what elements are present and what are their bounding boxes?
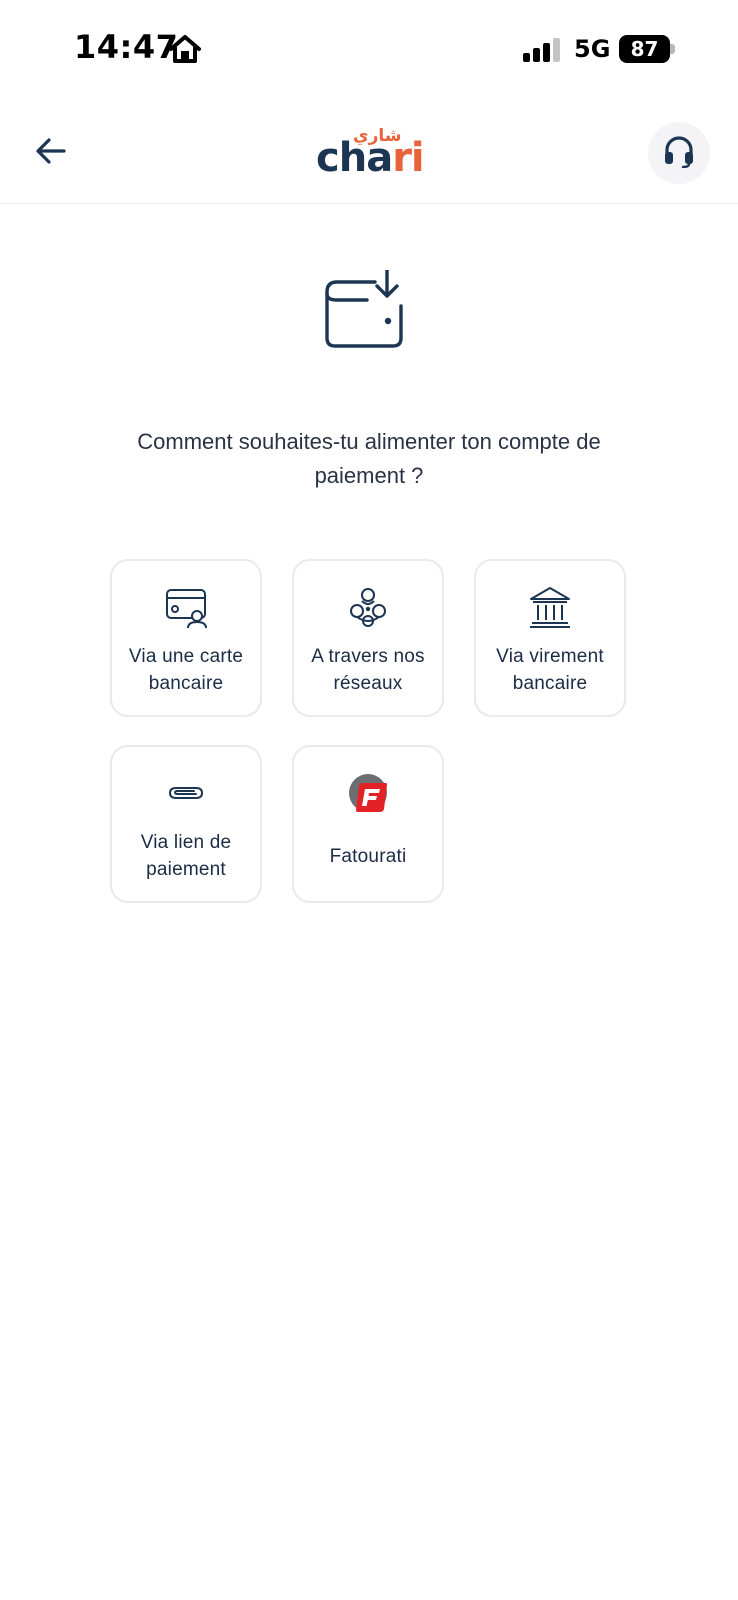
battery-level: 87	[619, 35, 670, 63]
support-button[interactable]	[648, 122, 710, 184]
status-time: 14:47	[74, 28, 179, 66]
chari-logo: شاري chari	[316, 122, 425, 181]
option-card-fatourati[interactable]: Fatourati	[292, 745, 444, 903]
bank-icon	[528, 585, 572, 629]
battery-cap	[670, 44, 675, 54]
logo-latin-main: cha	[316, 135, 393, 181]
home-icon	[168, 34, 202, 64]
option-label: Via virement bancaire	[496, 646, 604, 694]
option-label: Fatourati	[329, 846, 407, 867]
fatourati-logo-icon	[346, 771, 390, 815]
screen: 14:47 5G 87 شاري chari Comment souhaites…	[0, 0, 738, 1600]
logo-latin-text: chari	[316, 135, 425, 181]
option-label: Via une carte bancaire	[128, 646, 244, 694]
option-card-networks[interactable]: A travers nos réseaux	[292, 559, 444, 717]
network-type: 5G	[574, 35, 611, 63]
app-header: شاري chari	[0, 100, 738, 204]
battery-icon: 87	[619, 35, 675, 63]
signal-icon	[523, 38, 561, 62]
option-card-bank-card[interactable]: Via une carte bancaire	[110, 559, 262, 717]
logo-latin-accent: ri	[392, 135, 424, 181]
option-label: Via lien de paiement	[140, 832, 232, 880]
card-user-icon	[164, 585, 208, 629]
status-bar: 14:47 5G 87	[0, 0, 738, 100]
back-button[interactable]	[28, 130, 74, 176]
paperclip-icon	[164, 771, 208, 815]
arrow-left-icon	[35, 137, 67, 170]
option-label: A travers nos réseaux	[311, 646, 425, 694]
option-card-payment-link[interactable]: Via lien de paiement	[110, 745, 262, 903]
option-card-bank-transfer[interactable]: Via virement bancaire	[474, 559, 626, 717]
headset-icon	[662, 134, 696, 173]
network-icon	[346, 585, 390, 629]
page-prompt: Comment souhaites-tu alimenter ton compt…	[137, 429, 601, 488]
wallet-download-icon	[323, 268, 413, 356]
